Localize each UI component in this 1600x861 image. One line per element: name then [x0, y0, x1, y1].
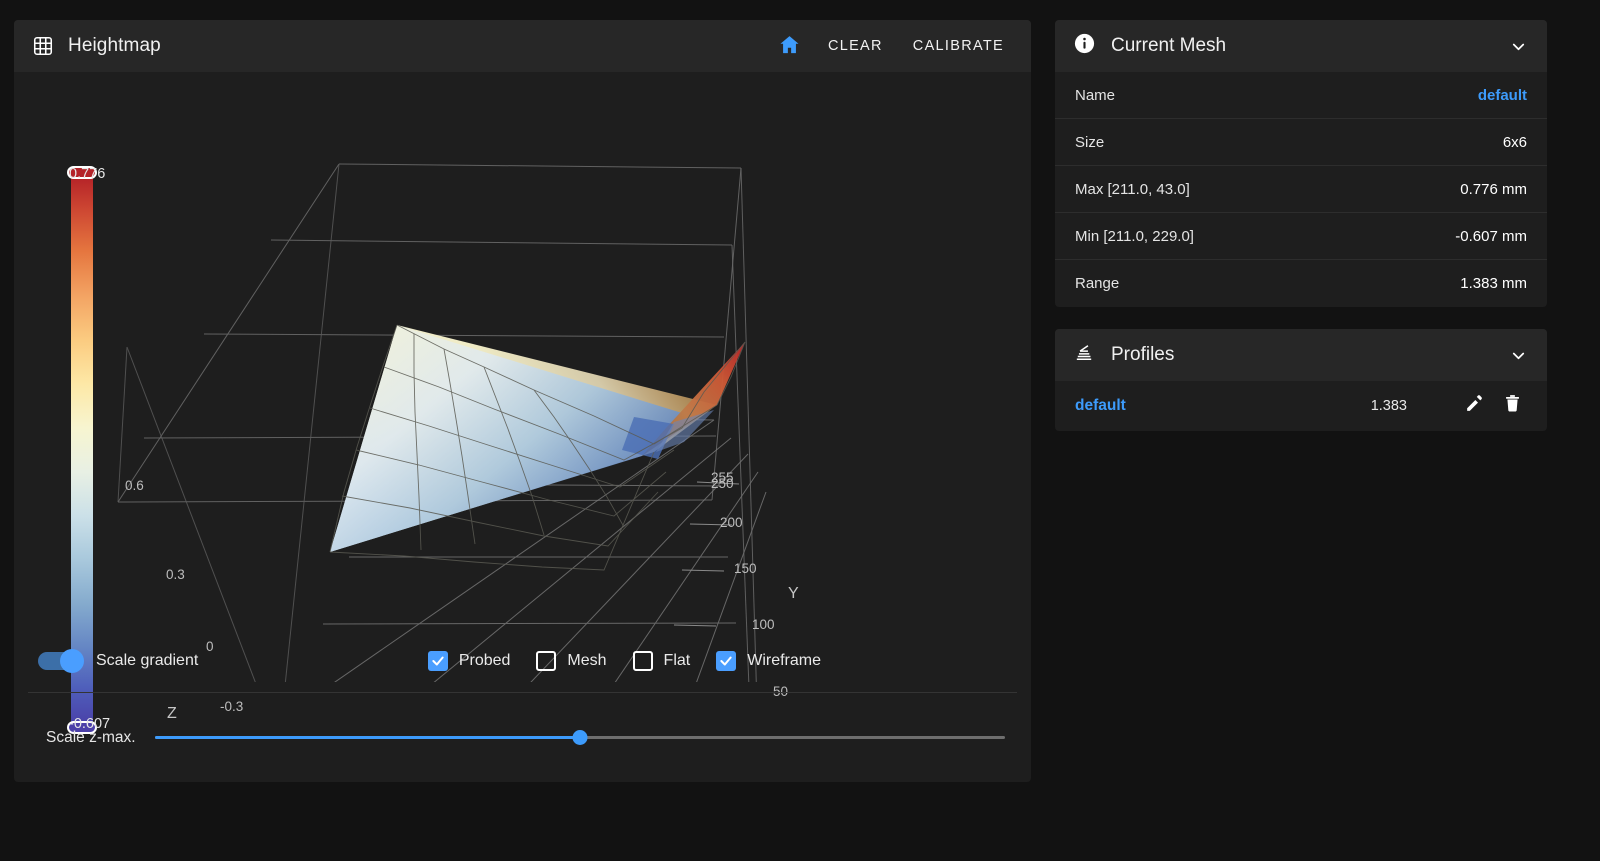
y-axis-label: Y — [788, 585, 799, 602]
mesh-row-key: Min [211.0, 229.0] — [1075, 227, 1194, 245]
heightmap-toolbar: CLEAR CALIBRATE — [769, 25, 1017, 67]
edit-profile-button[interactable] — [1455, 387, 1493, 425]
checkbox-mesh-label: Mesh — [567, 652, 607, 669]
table-row: Size 6x6 — [1055, 119, 1547, 166]
clear-button[interactable]: CLEAR — [815, 29, 896, 63]
checkbox-probed-label: Probed — [458, 652, 511, 669]
checkbox-mesh[interactable]: Mesh — [536, 651, 607, 671]
profile-range-value: 1.383 — [1370, 398, 1407, 414]
pencil-icon — [1464, 393, 1485, 419]
checkbox-wireframe-label: Wireframe — [747, 652, 821, 669]
y-tick-1: 250 — [711, 476, 734, 491]
grid-icon — [32, 35, 54, 57]
checkbox-mesh-box[interactable] — [536, 651, 557, 671]
layers-icon — [1073, 341, 1096, 369]
page-title: Heightmap — [68, 35, 161, 56]
y-tick-3: 150 — [734, 561, 757, 576]
list-item: default 1.383 — [1055, 381, 1547, 431]
current-mesh-header[interactable]: Current Mesh — [1055, 20, 1547, 72]
side-panels: Current Mesh Name default Size 6x6 Max [… — [1055, 20, 1547, 453]
scale-zmax-label: Scale z-max. — [46, 728, 136, 746]
surface-plot-canvas[interactable] — [14, 72, 1031, 682]
checkbox-wireframe-box[interactable] — [716, 651, 737, 671]
profiles-title: Profiles — [1111, 344, 1175, 365]
scale-zmax-slider-fill — [154, 736, 580, 739]
checkbox-flat-box[interactable] — [632, 651, 653, 671]
mesh-row-key: Max [211.0, 43.0] — [1075, 180, 1190, 198]
mesh-row-value[interactable]: default — [1478, 87, 1527, 104]
calibrate-button[interactable]: CALIBRATE — [900, 29, 1017, 63]
scale-gradient-label: Scale gradient — [96, 652, 199, 669]
home-button[interactable] — [769, 25, 811, 67]
display-options-row: Scale gradient Probed Mesh Flat Wirefram… — [14, 630, 1031, 692]
heightmap-header: Heightmap CLEAR CALIBRATE — [14, 20, 1031, 72]
surface-mesh — [330, 325, 745, 552]
y-tick-2: 200 — [720, 515, 743, 530]
delete-profile-button[interactable] — [1493, 387, 1531, 425]
profiles-panel: Profiles default 1.383 — [1055, 329, 1547, 431]
mesh-row-key: Range — [1075, 275, 1120, 292]
checkbox-probed[interactable]: Probed — [427, 651, 511, 671]
scale-zmax-row: Scale z-max. — [14, 693, 1031, 782]
plot-grid-right-wall — [731, 167, 757, 682]
z-tick-1: 0.3 — [166, 567, 185, 582]
profiles-header[interactable]: Profiles — [1055, 329, 1547, 381]
scale-zmax-slider[interactable] — [154, 730, 1005, 745]
checkbox-probed-box[interactable] — [427, 651, 448, 671]
checkbox-flat[interactable]: Flat — [632, 651, 691, 671]
current-mesh-title: Current Mesh — [1111, 35, 1227, 56]
mesh-row-key: Size — [1075, 133, 1105, 151]
table-row: Name default — [1055, 72, 1547, 119]
checkbox-wireframe[interactable]: Wireframe — [716, 651, 821, 671]
chevron-down-icon[interactable] — [1501, 338, 1535, 372]
home-icon — [778, 33, 801, 59]
chevron-down-icon[interactable] — [1501, 29, 1535, 63]
scale-gradient-toggle[interactable]: Scale gradient — [38, 649, 199, 673]
heightmap-plot[interactable]: 0.776 -0.607 0.6 0.3 0 -0.3 Z 255 250 20… — [14, 72, 1031, 734]
mesh-row-value: -0.607 mm — [1455, 227, 1527, 245]
mesh-row-value: 6x6 — [1502, 133, 1527, 151]
scale-zmax-slider-thumb[interactable] — [572, 730, 588, 745]
mesh-row-value: 1.383 mm — [1460, 275, 1527, 292]
z-tick-0: 0.6 — [125, 478, 144, 493]
colorbar-max-label: 0.776 — [69, 166, 106, 182]
scale-gradient-switch[interactable] — [38, 649, 84, 673]
current-mesh-panel: Current Mesh Name default Size 6x6 Max [… — [1055, 20, 1547, 307]
view-checkboxes: Probed Mesh Flat Wireframe — [427, 651, 1007, 671]
plot-grid-left-wall — [117, 163, 340, 682]
table-row: Max [211.0, 43.0] 0.776 mm — [1055, 166, 1547, 213]
mesh-row-key: Name — [1075, 86, 1116, 104]
trash-icon — [1502, 393, 1523, 419]
mesh-row-value: 0.776 mm — [1460, 180, 1527, 198]
table-row: Range 1.383 mm — [1055, 260, 1547, 307]
profile-name[interactable]: default — [1075, 397, 1126, 415]
info-icon — [1073, 32, 1096, 60]
checkbox-flat-label: Flat — [663, 652, 691, 669]
table-row: Min [211.0, 229.0] -0.607 mm — [1055, 213, 1547, 260]
heightmap-page: Heightmap CLEAR CALIBRATE 0.776 -0.607 0… — [0, 0, 1600, 861]
heightmap-card: Heightmap CLEAR CALIBRATE 0.776 -0.607 0… — [14, 20, 1031, 782]
